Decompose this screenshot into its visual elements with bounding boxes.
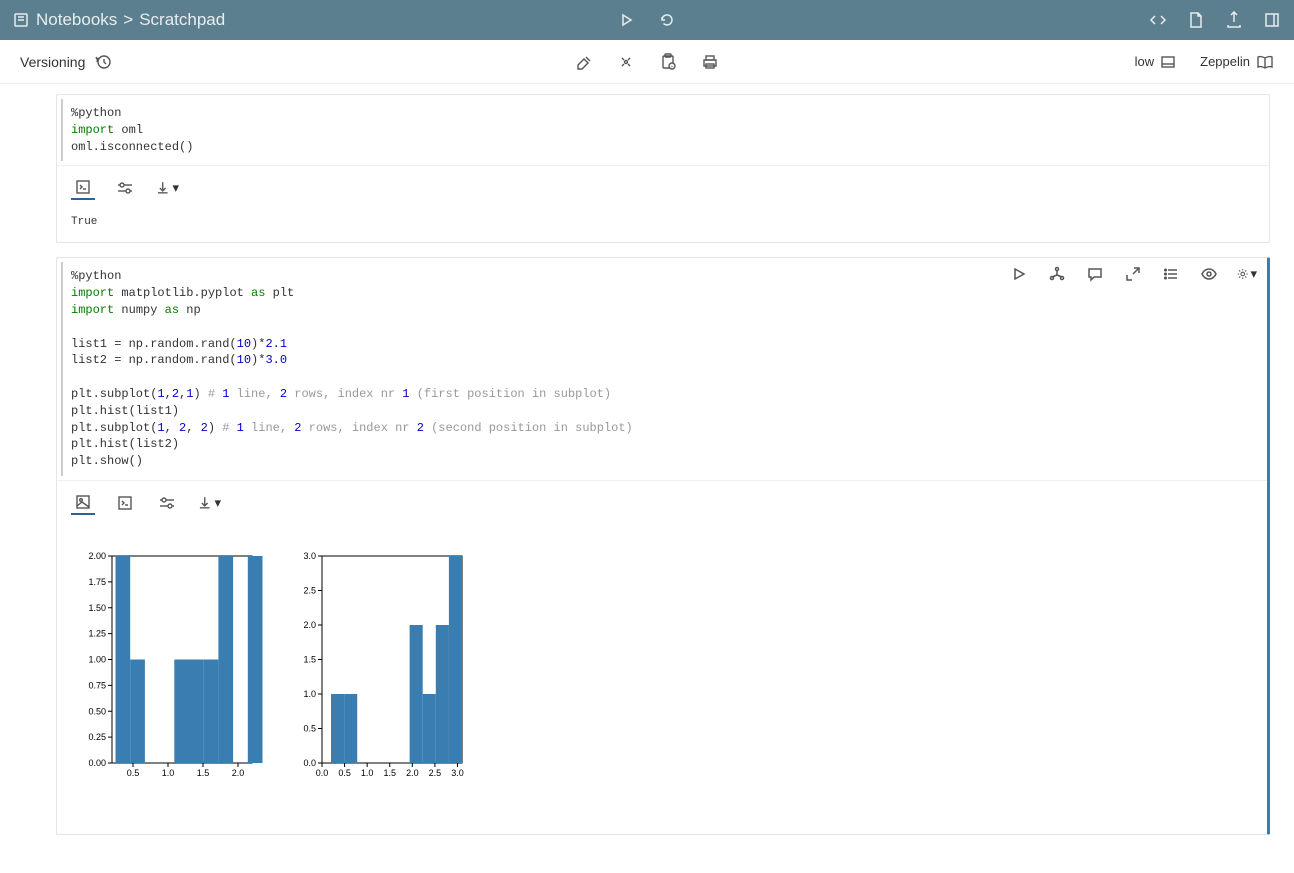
- cell-2-output-tabs: ▾: [57, 480, 1267, 521]
- cell-2-code[interactable]: %python import matplotlib.pyplot as plt …: [61, 262, 1263, 476]
- breadcrumb-root[interactable]: Notebooks: [36, 10, 117, 30]
- cell-2-output-chart: 0.00 0.25 0.50 0.75 1.00 1.25 1.50 1.75 2.00 0.5 1…: [57, 521, 1267, 834]
- versioning-label[interactable]: Versioning: [20, 54, 85, 70]
- cell-1-output: True: [57, 206, 1269, 242]
- output-tab-text-icon[interactable]: [71, 176, 95, 200]
- notebook-body: %python import oml oml.isconnected() ▾ T…: [0, 84, 1294, 873]
- svg-text:2.0: 2.0: [406, 768, 419, 778]
- output-tab-settings-icon[interactable]: [155, 491, 179, 515]
- export-icon[interactable]: [1224, 10, 1244, 30]
- reader-selector[interactable]: Zeppelin: [1200, 54, 1274, 70]
- svg-text:0.0: 0.0: [316, 768, 329, 778]
- svg-text:1.0: 1.0: [303, 689, 316, 699]
- svg-text:0.50: 0.50: [88, 706, 106, 716]
- priority-label: low: [1135, 54, 1155, 69]
- svg-text:+: +: [671, 64, 674, 70]
- breadcrumb-sep: >: [123, 10, 133, 30]
- panel-icon[interactable]: [1262, 10, 1282, 30]
- cell-1-output-tabs: ▾: [57, 165, 1269, 206]
- svg-text:3.0: 3.0: [451, 768, 464, 778]
- svg-text:1.0: 1.0: [361, 768, 374, 778]
- svg-text:0.75: 0.75: [88, 680, 106, 690]
- comment-icon[interactable]: [1085, 264, 1105, 284]
- print-icon[interactable]: [700, 52, 720, 72]
- svg-text:0.0: 0.0: [303, 758, 316, 768]
- cell-2: ▾ %python import matplotlib.pyplot as pl…: [56, 257, 1270, 835]
- output-tab-image-icon[interactable]: [71, 491, 95, 515]
- svg-text:2.0: 2.0: [303, 620, 316, 630]
- notebook-icon: [12, 11, 30, 29]
- svg-text:1.75: 1.75: [88, 577, 106, 587]
- svg-text:1.25: 1.25: [88, 629, 106, 639]
- list-icon[interactable]: [1161, 264, 1181, 284]
- svg-text:2.00: 2.00: [88, 551, 106, 561]
- svg-text:2.0: 2.0: [232, 768, 245, 778]
- chart-subplot-1: 0.00 0.25 0.50 0.75 1.00 1.25 1.50 1.75 2.00 0.5 1…: [77, 551, 277, 814]
- cell-settings-icon[interactable]: ▾: [1237, 264, 1257, 284]
- svg-text:1.5: 1.5: [303, 654, 316, 664]
- priority-selector[interactable]: low: [1135, 54, 1177, 70]
- svg-text:0.5: 0.5: [303, 723, 316, 733]
- svg-text:1.5: 1.5: [197, 768, 210, 778]
- notebook-toolbar: Versioning + low Zeppelin: [0, 40, 1294, 84]
- svg-text:1.00: 1.00: [88, 654, 106, 664]
- download-icon[interactable]: ▾: [155, 176, 179, 200]
- run-all-icon[interactable]: [617, 10, 637, 30]
- cell-1-code[interactable]: %python import oml oml.isconnected(): [61, 99, 1265, 161]
- svg-text:2.5: 2.5: [303, 585, 316, 595]
- svg-text:1.0: 1.0: [162, 768, 175, 778]
- cell-1: %python import oml oml.isconnected() ▾ T…: [56, 94, 1270, 243]
- document-icon[interactable]: [1186, 10, 1206, 30]
- clear-output-icon[interactable]: [574, 52, 594, 72]
- breadcrumb: Notebooks > Scratchpad: [12, 10, 225, 30]
- output-tab-settings-icon[interactable]: [113, 176, 137, 200]
- svg-text:2.5: 2.5: [429, 768, 442, 778]
- svg-text:1.5: 1.5: [383, 768, 396, 778]
- svg-text:0.25: 0.25: [88, 732, 106, 742]
- svg-text:0.5: 0.5: [127, 768, 140, 778]
- code-icon[interactable]: [1148, 10, 1168, 30]
- svg-text:1.50: 1.50: [88, 603, 106, 613]
- top-app-bar: Notebooks > Scratchpad: [0, 0, 1294, 40]
- output-tab-text-icon[interactable]: [113, 491, 137, 515]
- svg-text:0.5: 0.5: [338, 768, 351, 778]
- svg-text:3.0: 3.0: [303, 551, 316, 561]
- chart-subplot-2: 0.0 0.5 1.0 1.5 2.0 2.5 3.0 0.0 0.5 1.0 1.5 2.0 2.5 3…: [287, 551, 487, 814]
- svg-text:0.00: 0.00: [88, 758, 106, 768]
- magic-icon[interactable]: [616, 52, 636, 72]
- run-cell-icon[interactable]: [1009, 264, 1029, 284]
- expand-icon[interactable]: [1123, 264, 1143, 284]
- visibility-icon[interactable]: [1199, 264, 1219, 284]
- cell-2-toolbar: ▾: [1009, 264, 1257, 284]
- clipboard-icon[interactable]: +: [658, 52, 678, 72]
- dependency-icon[interactable]: [1047, 264, 1067, 284]
- history-icon[interactable]: [93, 52, 113, 72]
- reader-label: Zeppelin: [1200, 54, 1250, 69]
- download-icon[interactable]: ▾: [197, 491, 221, 515]
- refresh-icon[interactable]: [657, 10, 677, 30]
- breadcrumb-leaf: Scratchpad: [139, 10, 225, 30]
